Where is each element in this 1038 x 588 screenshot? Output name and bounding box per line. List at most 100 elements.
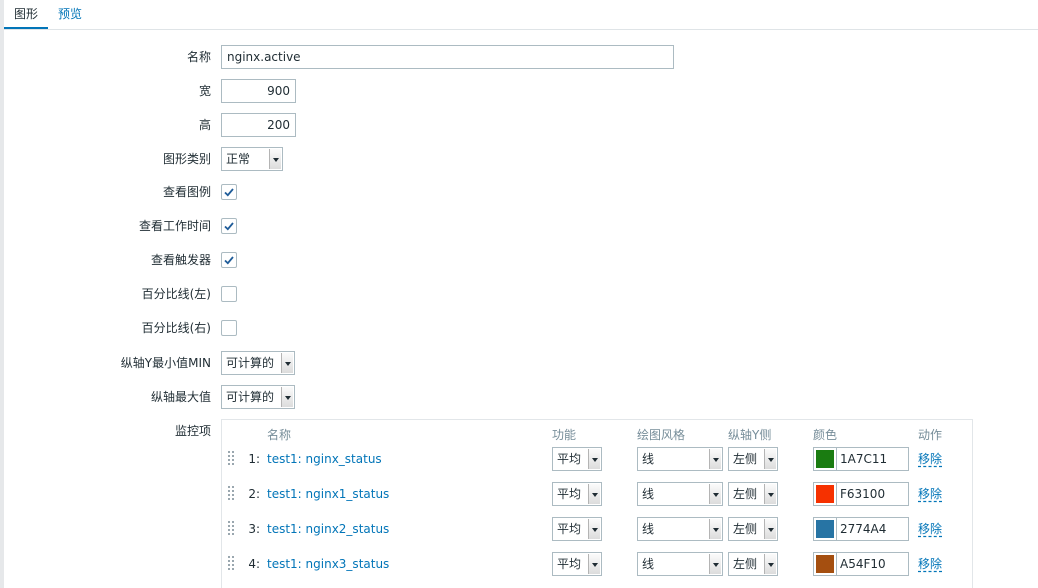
items-table: 名称 功能 绘图风格 纵轴Y侧 颜色 动作 1: test1: nginx_st… bbox=[221, 419, 973, 588]
y-axis-side-select[interactable]: 左侧 bbox=[728, 447, 778, 471]
percentile-right-checkbox[interactable] bbox=[221, 320, 237, 336]
show-triggers-checkbox[interactable] bbox=[221, 252, 237, 268]
row-index: 4: bbox=[248, 557, 260, 571]
color-swatch[interactable] bbox=[813, 447, 837, 471]
chevron-down-icon bbox=[269, 149, 281, 169]
header-name: 名称 bbox=[267, 428, 292, 442]
ymin-value: 可计算的 bbox=[226, 356, 275, 370]
drag-handle-icon[interactable] bbox=[227, 520, 235, 538]
item-name-link[interactable]: test1: nginx_status bbox=[267, 447, 382, 471]
header-y-axis-side: 纵轴Y侧 bbox=[728, 428, 772, 442]
width-label: 宽 bbox=[198, 84, 211, 98]
draw-style-select[interactable]: 线 bbox=[637, 552, 723, 576]
chevron-down-icon bbox=[764, 484, 776, 504]
drag-handle-icon[interactable] bbox=[227, 555, 235, 573]
y-axis-side-select[interactable]: 左侧 bbox=[728, 482, 778, 506]
color-input[interactable]: A54F10 bbox=[836, 552, 909, 576]
item-name-link[interactable]: test1: nginx2_status bbox=[267, 517, 389, 541]
function-value: 平均 bbox=[557, 452, 582, 466]
checkmark-icon bbox=[224, 188, 234, 197]
items-label: 监控项 bbox=[174, 424, 211, 438]
remove-link[interactable]: 移除 bbox=[918, 552, 942, 576]
percentile-right-label: 百分比线(右) bbox=[141, 321, 211, 335]
function-select[interactable]: 平均 bbox=[552, 447, 602, 471]
function-select[interactable]: 平均 bbox=[552, 482, 602, 506]
draw-style-value: 线 bbox=[642, 522, 655, 536]
header-color: 颜色 bbox=[813, 428, 838, 442]
color-input[interactable]: 2774A4 bbox=[836, 517, 909, 541]
tab-bar: 图形 预览 bbox=[4, 0, 1038, 30]
chevron-down-icon bbox=[281, 387, 293, 407]
chevron-down-icon bbox=[709, 484, 721, 504]
graph-type-label: 图形类别 bbox=[162, 152, 211, 166]
function-value: 平均 bbox=[557, 487, 582, 501]
width-input[interactable]: 900 bbox=[221, 79, 296, 103]
chevron-down-icon bbox=[588, 554, 600, 574]
draw-style-value: 线 bbox=[642, 487, 655, 501]
color-input[interactable]: F63100 bbox=[836, 482, 909, 506]
draw-style-select[interactable]: 线 bbox=[637, 517, 723, 541]
color-swatch[interactable] bbox=[813, 552, 837, 576]
show-legend-checkbox[interactable] bbox=[221, 184, 237, 200]
ymax-label: 纵轴最大值 bbox=[150, 390, 211, 404]
remove-link[interactable]: 移除 bbox=[918, 482, 942, 506]
row-index: 2: bbox=[248, 487, 260, 501]
draw-style-value: 线 bbox=[642, 557, 655, 571]
y-axis-side-value: 左侧 bbox=[733, 557, 758, 571]
percentile-right-field bbox=[221, 316, 237, 340]
percentile-left-checkbox[interactable] bbox=[221, 286, 237, 302]
ymin-select[interactable]: 可计算的 bbox=[221, 351, 295, 375]
graph-type-row: 图形类别 正常 bbox=[0, 147, 283, 171]
remove-link[interactable]: 移除 bbox=[918, 517, 942, 541]
color-picker: F63100 bbox=[813, 482, 909, 506]
remove-link[interactable]: 移除 bbox=[918, 447, 942, 471]
ymax-value: 可计算的 bbox=[226, 390, 275, 404]
item-name-link[interactable]: test1: nginx1_status bbox=[267, 482, 389, 506]
ymin-label: 纵轴Y最小值MIN bbox=[120, 356, 211, 370]
color-input[interactable]: 1A7C11 bbox=[836, 447, 909, 471]
chevron-down-icon bbox=[588, 449, 600, 469]
color-picker: 2774A4 bbox=[813, 517, 909, 541]
show-working-time-checkbox[interactable] bbox=[221, 218, 237, 234]
color-swatch[interactable] bbox=[813, 482, 837, 506]
y-axis-side-select[interactable]: 左侧 bbox=[728, 517, 778, 541]
height-input[interactable]: 200 bbox=[221, 113, 296, 137]
checkmark-icon bbox=[224, 222, 234, 231]
function-select[interactable]: 平均 bbox=[552, 517, 602, 541]
tab-graph[interactable]: 图形 bbox=[4, 0, 48, 29]
drag-handle-icon[interactable] bbox=[227, 485, 235, 503]
chevron-down-icon bbox=[709, 519, 721, 539]
item-name-link[interactable]: test1: nginx3_status bbox=[267, 552, 389, 576]
color-picker: A54F10 bbox=[813, 552, 909, 576]
show-legend-label: 查看图例 bbox=[162, 185, 211, 199]
show-working-time-field bbox=[221, 214, 237, 238]
chevron-down-icon bbox=[709, 554, 721, 574]
header-action: 动作 bbox=[918, 428, 943, 442]
show-working-time-label: 查看工作时间 bbox=[138, 219, 211, 233]
graph-type-select[interactable]: 正常 bbox=[221, 147, 283, 171]
row-index: 3: bbox=[248, 522, 260, 536]
y-axis-side-select[interactable]: 左侧 bbox=[728, 552, 778, 576]
graph-edit-page: 图形 预览 名称 nginx.active 宽 900 高 200 图形类别 正… bbox=[0, 0, 1038, 588]
header-function: 功能 bbox=[552, 428, 577, 442]
graph-type-value: 正常 bbox=[226, 152, 251, 166]
show-legend-field bbox=[221, 180, 237, 204]
name-label: 名称 bbox=[186, 50, 211, 64]
function-select[interactable]: 平均 bbox=[552, 552, 602, 576]
tab-preview[interactable]: 预览 bbox=[58, 0, 82, 28]
draw-style-select[interactable]: 线 bbox=[637, 447, 723, 471]
draw-style-select[interactable]: 线 bbox=[637, 482, 723, 506]
color-swatch[interactable] bbox=[813, 517, 837, 541]
y-axis-side-value: 左侧 bbox=[733, 452, 758, 466]
drag-handle-icon[interactable] bbox=[227, 450, 235, 468]
table-row: 4: test1: nginx3_status 平均 线 左侧 A54F10 移… bbox=[222, 552, 972, 576]
chevron-down-icon bbox=[281, 353, 293, 373]
chevron-down-icon bbox=[764, 554, 776, 574]
percentile-left-field bbox=[221, 282, 237, 306]
function-value: 平均 bbox=[557, 522, 582, 536]
chevron-down-icon bbox=[709, 449, 721, 469]
name-input[interactable]: nginx.active bbox=[221, 45, 674, 69]
table-row: 1: test1: nginx_status 平均 线 左侧 1A7C11 移除 bbox=[222, 447, 972, 471]
ymax-select[interactable]: 可计算的 bbox=[221, 385, 295, 409]
percentile-left-label: 百分比线(左) bbox=[141, 287, 211, 301]
